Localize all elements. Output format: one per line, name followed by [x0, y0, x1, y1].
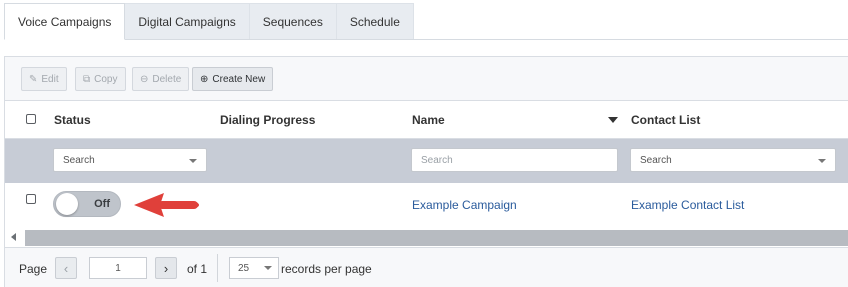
page-number-input[interactable]: 1 — [89, 257, 147, 279]
create-new-button[interactable]: ⊕ Create New — [192, 67, 274, 91]
campaign-tabs: Voice Campaigns Digital Campaigns Sequen… — [4, 3, 414, 40]
contact-list-column-header[interactable]: Contact List — [631, 101, 700, 139]
page-size-select[interactable]: 25 — [229, 257, 279, 279]
name-column-header[interactable]: Name — [412, 101, 445, 139]
chevron-down-icon — [264, 266, 272, 270]
red-arrow-icon — [134, 193, 199, 217]
delete-button[interactable]: ⊖ Delete — [132, 67, 190, 91]
filter-row: Search Search Search — [5, 139, 848, 183]
page-size-value: 25 — [238, 262, 250, 274]
tab-divider — [4, 39, 848, 40]
pager-divider — [217, 254, 218, 282]
grid-toolbar: ✎ Edit ⧉ Copy ⊖ Delete ⊕ Create New — [5, 57, 848, 101]
tab-sequences[interactable]: Sequences — [249, 3, 337, 40]
campaign-grid: ✎ Edit ⧉ Copy ⊖ Delete ⊕ Create New Stat… — [4, 56, 848, 287]
status-column-header[interactable]: Status — [54, 101, 91, 139]
chevron-left-icon: ‹ — [63, 260, 69, 276]
tab-schedule[interactable]: Schedule — [336, 3, 414, 40]
row-checkbox[interactable] — [26, 194, 36, 204]
create-new-label: Create New — [212, 73, 266, 85]
next-page-button[interactable]: › — [155, 257, 177, 279]
delete-icon: ⊖ — [140, 73, 149, 85]
scrollbar-thumb[interactable] — [25, 230, 848, 246]
chevron-down-icon — [818, 159, 826, 163]
pagination-bar: Page ‹ 1 › of 1 25 records per page — [5, 247, 848, 287]
scroll-left-icon[interactable] — [11, 233, 16, 241]
records-per-page-label: records per page — [281, 262, 372, 276]
edit-label: Edit — [41, 73, 59, 85]
page-count-label: of 1 — [187, 262, 208, 276]
toggle-knob — [56, 193, 78, 215]
sort-desc-icon[interactable] — [608, 116, 618, 124]
edit-button[interactable]: ✎ Edit — [21, 67, 67, 91]
toggle-state-label: Off — [94, 198, 110, 210]
contact-list-filter-value: Search — [640, 154, 672, 166]
copy-button[interactable]: ⧉ Copy — [75, 67, 126, 91]
previous-page-button[interactable]: ‹ — [55, 257, 77, 279]
campaign-name-link[interactable]: Example Campaign — [412, 198, 517, 212]
current-page-value: 1 — [115, 262, 121, 274]
chevron-right-icon: › — [163, 260, 169, 276]
page-label: Page — [19, 262, 48, 276]
chevron-down-icon — [189, 159, 197, 163]
edit-icon: ✎ — [29, 73, 38, 85]
grid-header: Status Dialing Progress Name Contact Lis… — [5, 101, 848, 139]
tab-voice-campaigns[interactable]: Voice Campaigns — [4, 3, 126, 40]
copy-label: Copy — [94, 73, 118, 85]
horizontal-scrollbar[interactable] — [5, 229, 848, 247]
table-row: Off Example Campaign Example Contact Lis… — [5, 183, 848, 229]
name-filter-input[interactable]: Search — [411, 148, 618, 172]
delete-label: Delete — [152, 73, 182, 85]
dialing-progress-column-header[interactable]: Dialing Progress — [220, 101, 315, 139]
status-toggle[interactable]: Off — [53, 191, 121, 217]
tab-digital-campaigns[interactable]: Digital Campaigns — [125, 3, 250, 40]
copy-icon: ⧉ — [83, 73, 91, 85]
status-filter-select[interactable]: Search — [53, 148, 207, 172]
contact-list-filter-select[interactable]: Search — [630, 148, 836, 172]
status-filter-value: Search — [63, 154, 95, 166]
contact-list-link[interactable]: Example Contact List — [631, 198, 744, 212]
select-all-checkbox[interactable] — [26, 114, 36, 124]
plus-circle-icon: ⊕ — [200, 73, 209, 85]
name-filter-placeholder: Search — [421, 154, 453, 166]
